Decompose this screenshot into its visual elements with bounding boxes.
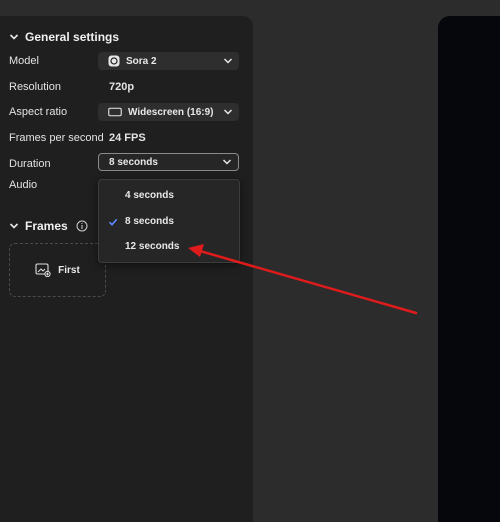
model-label: Model [9,55,39,67]
chevron-down-icon [223,109,233,115]
openai-icon [108,55,120,67]
duration-option-4[interactable]: 4 seconds [125,190,174,201]
resolution-value: 720p [109,81,135,93]
duration-option-12[interactable]: 12 seconds [125,241,179,252]
app-canvas: General settings Model Sora 2 Resolution… [0,0,500,522]
model-select[interactable]: Sora 2 [98,52,239,70]
model-value: Sora 2 [126,55,157,67]
chevron-down-icon [222,159,232,165]
aspect-ratio-select[interactable]: Widescreen (16:9) [98,103,239,121]
general-settings-header[interactable]: General settings [9,30,119,44]
duration-option-8[interactable]: 8 seconds [125,216,174,227]
duration-select[interactable]: 8 seconds [98,153,239,171]
frames-title: Frames [25,219,68,233]
fps-label: Frames per second [9,132,104,144]
video-preview [438,16,500,522]
add-image-icon [35,263,51,277]
duration-label: Duration [9,158,51,170]
frames-header[interactable]: Frames [9,219,88,233]
audio-label: Audio [9,179,38,191]
settings-panel: General settings Model Sora 2 Resolution… [0,16,253,522]
aspect-ratio-label: Aspect ratio [9,106,68,118]
first-frame-label: First [58,264,80,276]
chevron-down-icon [223,58,233,64]
chevron-down-icon [9,34,19,40]
widescreen-icon [108,106,122,118]
duration-dropdown-menu: 4 seconds 8 seconds 12 seconds [98,179,240,263]
chevron-down-icon [9,223,19,229]
resolution-label: Resolution [9,81,61,93]
first-frame-slot[interactable]: First [9,243,106,297]
fps-value: 24 FPS [109,132,146,144]
checkmark-icon [108,218,118,226]
duration-value: 8 seconds [109,156,158,168]
aspect-ratio-value: Widescreen (16:9) [128,106,214,118]
general-settings-title: General settings [25,30,120,44]
info-icon[interactable] [76,220,88,232]
